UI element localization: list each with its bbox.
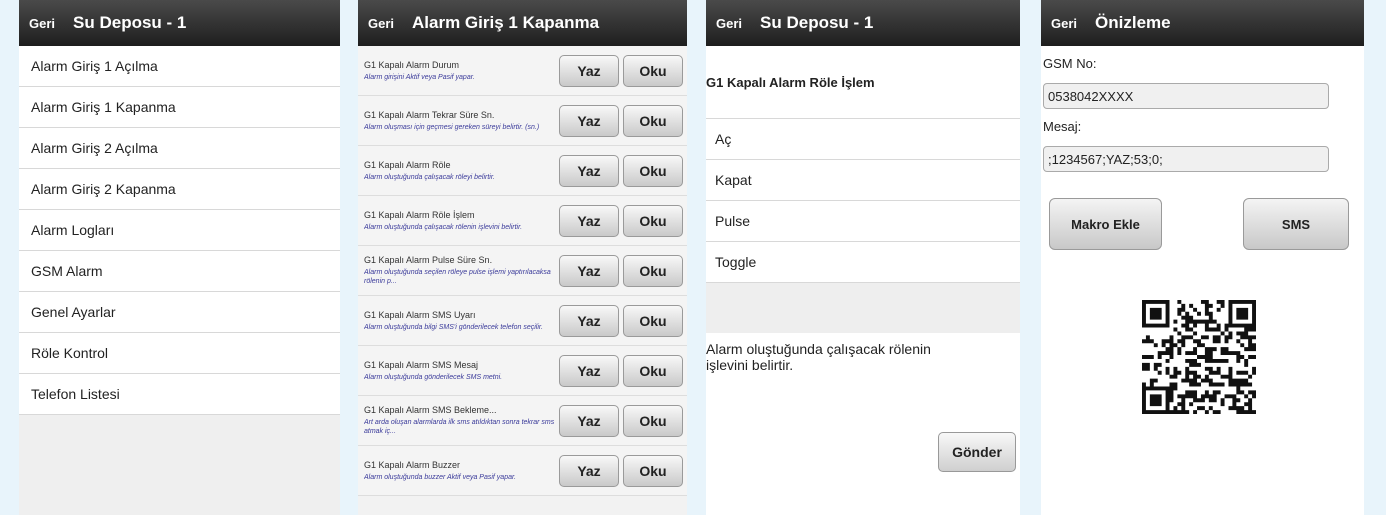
- preview-screen: Geri Önizleme GSM No: 0538042XXXX Mesaj:…: [1041, 0, 1364, 515]
- option-toggle[interactable]: Toggle: [706, 241, 1020, 282]
- setting-text: G1 Kapalı Alarm Röle Alarm oluştuğunda ça…: [364, 160, 559, 182]
- page-title: Su Deposu - 1: [760, 13, 874, 32]
- menu-item[interactable]: GSM Alarm: [19, 251, 340, 292]
- setting-label: G1 Kapalı Alarm Pulse Süre Sn.: [364, 255, 493, 265]
- relay-action-screen: Geri Su Deposu - 1 G1 Kapalı Alarm Röle …: [706, 0, 1020, 515]
- read-button[interactable]: Oku: [623, 354, 683, 387]
- sms-button[interactable]: SMS: [1243, 198, 1349, 250]
- setting-text: G1 Kapalı Alarm Pulse Süre Sn. Alarm oluş…: [364, 255, 559, 286]
- setting-text: G1 Kapalı Alarm Durum Alarm girişini Akti…: [364, 60, 559, 82]
- menu-item[interactable]: Alarm Giriş 1 Kapanma: [19, 87, 340, 128]
- read-button[interactable]: Oku: [623, 454, 683, 487]
- setting-label: G1 Kapalı Alarm Buzzer: [364, 459, 461, 470]
- setting-description: Alarm oluştuğunda buzzer Aktif veya Pasi…: [364, 473, 517, 481]
- setting-row: G1 Kapalı Alarm SMS Uyarı Alarm oluştuğun…: [358, 296, 687, 346]
- main-menu-screen: Geri Su Deposu - 1 Alarm Giriş 1 Açılma …: [19, 0, 340, 515]
- page-title: Su Deposu - 1: [73, 13, 187, 32]
- read-button[interactable]: Oku: [623, 154, 683, 187]
- setting-text: G1 Kapalı Alarm SMS Bekleme... Art arda o…: [364, 405, 559, 436]
- send-button[interactable]: Gönder: [938, 432, 1016, 472]
- section-title: G1 Kapalı Alarm Röle İşlem: [706, 74, 875, 90]
- write-button[interactable]: Yaz: [559, 154, 619, 187]
- write-button[interactable]: Yaz: [559, 54, 619, 87]
- setting-row: G1 Kapalı Alarm Tekrar Süre Sn. Alarm olu…: [358, 96, 687, 146]
- page-title: Önizleme: [1095, 13, 1171, 32]
- setting-description: Alarm girişini Aktif veya Pasif yapar.: [364, 73, 475, 81]
- back-button[interactable]: Geri: [716, 16, 742, 31]
- setting-row: G1 Kapalı Alarm Durum Alarm girişini Akti…: [358, 46, 687, 96]
- write-button[interactable]: Yaz: [559, 254, 619, 287]
- spacer: [706, 282, 1020, 333]
- message-field[interactable]: ;1234567;YAZ;53;0;: [1043, 146, 1329, 172]
- back-button[interactable]: Geri: [1051, 16, 1077, 31]
- menu-item[interactable]: Telefon Listesi: [19, 374, 340, 415]
- back-button[interactable]: Geri: [29, 16, 55, 31]
- gsm-label: GSM No:: [1043, 56, 1097, 71]
- alarm-settings-screen: Geri Alarm Giriş 1 Kapanma G1 Kapalı Ala…: [358, 0, 687, 515]
- setting-description: Alarm oluştuğunda çalışacak rölenin işle…: [364, 223, 523, 231]
- write-button[interactable]: Yaz: [559, 204, 619, 237]
- setting-description: Art arda oluşan alarmlarda ilk sms atıld…: [364, 419, 555, 435]
- menu-item[interactable]: Alarm Giriş 2 Açılma: [19, 128, 340, 169]
- setting-row: G1 Kapalı Alarm SMS Mesaj Alarm oluştuğun…: [358, 346, 687, 396]
- write-button[interactable]: Yaz: [559, 304, 619, 337]
- setting-text: G1 Kapalı Alarm Tekrar Süre Sn. Alarm olu…: [364, 110, 559, 132]
- setting-row: G1 Kapalı Alarm SMS Bekleme... Art arda o…: [358, 396, 687, 446]
- setting-text: G1 Kapalı Alarm SMS Mesaj Alarm oluştuğun…: [364, 360, 559, 382]
- gsm-field[interactable]: 0538042XXXX: [1043, 83, 1329, 109]
- read-button[interactable]: Oku: [623, 304, 683, 337]
- setting-row: G1 Kapalı Alarm Röle Alarm oluştuğunda ça…: [358, 146, 687, 196]
- setting-label: G1 Kapalı Alarm Röle: [364, 159, 451, 170]
- setting-label: G1 Kapalı Alarm Röle İşlem: [364, 209, 475, 220]
- setting-row: G1 Kapalı Alarm Röle İşlem Alarm oluştuğu…: [358, 196, 687, 246]
- top-bar: Geri Önizleme: [1041, 0, 1364, 46]
- write-button[interactable]: Yaz: [559, 454, 619, 487]
- setting-description: Alarm oluştuğunda bilgi SMS'i gönderilec…: [364, 323, 543, 331]
- setting-text: G1 Kapalı Alarm Röle İşlem Alarm oluştuğu…: [364, 210, 559, 232]
- setting-description: Alarm oluştuğunda gönderilecek SMS metni…: [364, 373, 503, 381]
- read-button[interactable]: Oku: [623, 204, 683, 237]
- setting-label: G1 Kapalı Alarm SMS Bekleme...: [364, 405, 497, 415]
- message-label: Mesaj:: [1043, 119, 1082, 134]
- write-button[interactable]: Yaz: [559, 404, 619, 437]
- back-button[interactable]: Geri: [368, 16, 394, 31]
- read-button[interactable]: Oku: [623, 404, 683, 437]
- read-button[interactable]: Oku: [623, 104, 683, 137]
- setting-description: Alarm oluştuğunda seçilen röleye pulse i…: [364, 269, 551, 285]
- setting-text: G1 Kapalı Alarm SMS Uyarı Alarm oluştuğun…: [364, 310, 559, 332]
- setting-label: G1 Kapalı Alarm SMS Uyarı: [364, 309, 476, 320]
- write-button[interactable]: Yaz: [559, 104, 619, 137]
- menu-item[interactable]: Röle Kontrol: [19, 333, 340, 374]
- menu-list: Alarm Giriş 1 Açılma Alarm Giriş 1 Kapan…: [19, 46, 340, 415]
- read-button[interactable]: Oku: [623, 254, 683, 287]
- add-macro-button[interactable]: Makro Ekle: [1049, 198, 1162, 250]
- setting-label: G1 Kapalı Alarm Durum: [364, 59, 460, 70]
- read-button[interactable]: Oku: [623, 54, 683, 87]
- write-button[interactable]: Yaz: [559, 354, 619, 387]
- menu-item[interactable]: Genel Ayarlar: [19, 292, 340, 333]
- setting-label: G1 Kapalı Alarm Tekrar Süre Sn.: [364, 109, 495, 120]
- top-bar: Geri Alarm Giriş 1 Kapanma: [358, 0, 687, 46]
- page-title: Alarm Giriş 1 Kapanma: [412, 13, 600, 32]
- setting-description: Alarm oluştuğunda çalışacak röleyi belir…: [364, 173, 495, 181]
- option-pulse[interactable]: Pulse: [706, 200, 1020, 241]
- setting-row: G1 Kapalı Alarm Pulse Süre Sn. Alarm oluş…: [358, 246, 687, 296]
- top-bar: Geri Su Deposu - 1: [19, 0, 340, 46]
- setting-text: G1 Kapalı Alarm Buzzer Alarm oluştuğunda …: [364, 460, 559, 482]
- menu-item[interactable]: Alarm Giriş 2 Kapanma: [19, 169, 340, 210]
- top-bar: Geri Su Deposu - 1: [706, 0, 1020, 46]
- option-ac[interactable]: Aç: [706, 118, 1020, 159]
- menu-item[interactable]: Alarm Logları: [19, 210, 340, 251]
- help-text: Alarm oluştuğunda çalışacak rölenin işle…: [706, 341, 931, 373]
- settings-list: G1 Kapalı Alarm Durum Alarm girişini Akti…: [358, 46, 687, 496]
- setting-label: G1 Kapalı Alarm SMS Mesaj: [364, 359, 479, 370]
- setting-description: Alarm oluşması için geçmesi gereken süre…: [364, 123, 540, 131]
- qr-code-icon: [1142, 300, 1256, 414]
- menu-item[interactable]: Alarm Giriş 1 Açılma: [19, 46, 340, 87]
- setting-row: G1 Kapalı Alarm Buzzer Alarm oluştuğunda …: [358, 446, 687, 496]
- option-kapat[interactable]: Kapat: [706, 159, 1020, 200]
